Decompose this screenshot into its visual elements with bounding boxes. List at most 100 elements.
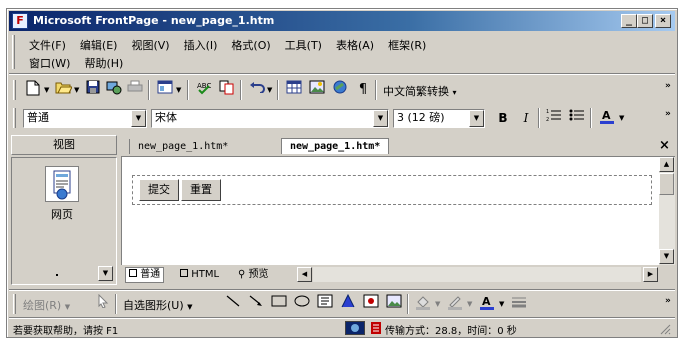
line-color-dropdown-arrow[interactable]: ▼	[467, 300, 472, 308]
line-style-icon[interactable]	[509, 294, 529, 314]
toolbar-separator	[187, 80, 189, 100]
new-page-icon[interactable]	[23, 80, 43, 100]
tab-normal[interactable]: 普通	[125, 267, 165, 283]
menu-table[interactable]: 表格(A)	[332, 36, 378, 52]
spelling-icon[interactable]: ABC	[194, 80, 214, 100]
drawing-font-color-icon[interactable]: A	[477, 294, 497, 314]
numbered-list-icon[interactable]: 12	[544, 108, 564, 128]
undo-icon[interactable]	[247, 80, 267, 100]
formatting-toolbar-overflow[interactable]: »	[665, 110, 671, 119]
close-document-icon[interactable]: ×	[659, 138, 670, 153]
status-bar: 若要获取帮助，请按 F1 传输方式：28.8，时间：0 秒	[9, 320, 675, 337]
menu-view[interactable]: 视图(V)	[127, 36, 173, 52]
document-tab-1[interactable]: new_page_1.htm*	[129, 139, 236, 154]
style-dropdown-arrow[interactable]: ▼	[131, 110, 146, 127]
undo-dropdown-arrow[interactable]: ▼	[267, 86, 272, 94]
toolbar-grip[interactable]	[13, 294, 16, 314]
maximize-button[interactable]: □	[637, 14, 653, 28]
hyperlink-icon[interactable]	[330, 80, 350, 100]
menu-window[interactable]: 窗口(W)	[25, 54, 74, 70]
wordart-icon[interactable]	[338, 293, 358, 314]
menu-frames[interactable]: 框架(R)	[384, 36, 430, 52]
menu-help[interactable]: 帮助(H)	[80, 54, 127, 70]
font-size-dropdown-arrow[interactable]: ▼	[469, 110, 484, 127]
menu-bar-grip[interactable]	[11, 35, 17, 71]
font-dropdown-arrow[interactable]: ▼	[373, 110, 388, 127]
style-combobox[interactable]: 普通 ▼	[23, 109, 147, 128]
autoshapes-menu-button[interactable]: 自选图形(U) ▼	[123, 297, 193, 313]
horizontal-scroll-track[interactable]	[313, 267, 641, 282]
folder-list-icon[interactable]	[155, 80, 175, 100]
menu-tools[interactable]: 工具(T)	[281, 36, 326, 52]
toolbar-separator	[407, 294, 409, 314]
tab-preview[interactable]: ⚲ 预览	[235, 268, 272, 284]
chinese-conversion-button[interactable]: 中文简繁转换 ▾	[383, 83, 457, 99]
menu-insert[interactable]: 插入(I)	[180, 36, 222, 52]
close-button[interactable]: ×	[655, 14, 671, 28]
menu-separator	[9, 73, 675, 75]
font-size-combobox[interactable]: 3 (12 磅) ▼	[393, 109, 485, 128]
toolbar-grip[interactable]	[13, 80, 16, 100]
scroll-up-button[interactable]: ▲	[659, 157, 674, 172]
vertical-scrollbar[interactable]: ▲ ▼	[659, 157, 675, 265]
standard-toolbar-overflow[interactable]: »	[665, 82, 671, 91]
scroll-left-button[interactable]: ◀	[297, 267, 312, 282]
resize-grip-icon[interactable]	[659, 323, 671, 335]
menu-file[interactable]: 文件(F)	[25, 36, 70, 52]
textbox-icon[interactable]	[315, 294, 335, 314]
editing-page[interactable]: 提交 重置	[121, 157, 659, 265]
scroll-right-button[interactable]: ▶	[643, 267, 658, 282]
clipart-icon[interactable]	[361, 294, 381, 314]
fill-color-dropdown-arrow[interactable]: ▼	[435, 300, 440, 308]
svg-text:ABC: ABC	[197, 82, 211, 90]
frontpage-icon: F	[12, 13, 28, 29]
scroll-thumb[interactable]	[659, 173, 674, 195]
print-icon[interactable]	[125, 80, 145, 100]
font-combobox[interactable]: 宋体 ▼	[151, 109, 389, 128]
title-bar[interactable]: F Microsoft FrontPage - new_page_1.htm _…	[9, 11, 675, 31]
submit-button[interactable]: 提交	[139, 179, 179, 201]
draw-menu-button[interactable]: 绘图(R) ▼	[23, 297, 70, 313]
open-icon[interactable]	[53, 80, 73, 100]
bulleted-list-icon[interactable]	[567, 108, 587, 128]
folder-list-dropdown-arrow[interactable]: ▼	[176, 86, 181, 94]
insert-table-icon[interactable]	[284, 80, 304, 100]
show-all-icon[interactable]: ¶	[353, 80, 373, 100]
bold-button[interactable]: B	[493, 108, 513, 128]
drawing-font-color-dropdown-arrow[interactable]: ▼	[499, 300, 504, 308]
font-color-icon[interactable]: A	[597, 108, 617, 128]
minimize-button[interactable]: _	[621, 14, 637, 28]
new-dropdown-arrow[interactable]: ▼	[44, 86, 49, 94]
drawing-toolbar-overflow[interactable]: »	[665, 297, 671, 306]
line-icon[interactable]	[223, 294, 243, 314]
italic-button[interactable]: I	[516, 108, 536, 128]
menu-format[interactable]: 格式(O)	[227, 36, 274, 52]
page-view-button[interactable]	[45, 166, 79, 202]
tab-normal-label: 普通	[140, 269, 161, 280]
font-size-value: 3 (12 磅)	[397, 111, 445, 124]
tab-html[interactable]: HTML	[177, 268, 222, 284]
arrow-icon[interactable]	[246, 294, 266, 314]
document-tab-2-active[interactable]: new_page_1.htm*	[281, 138, 390, 154]
fill-color-icon[interactable]	[413, 294, 433, 314]
save-icon[interactable]	[83, 80, 103, 100]
toolbar-separator	[277, 80, 279, 100]
views-scroll-down[interactable]: ▼	[98, 266, 113, 281]
menu-edit[interactable]: 编辑(E)	[76, 36, 122, 52]
toolbar-separator	[375, 80, 377, 100]
insert-picture-drawing-icon[interactable]	[384, 294, 404, 314]
rectangle-icon[interactable]	[269, 294, 289, 314]
reset-button[interactable]: 重置	[181, 179, 221, 201]
font-color-dropdown-arrow[interactable]: ▼	[619, 114, 624, 122]
publish-icon[interactable]	[104, 80, 124, 100]
copy-icon[interactable]	[217, 80, 237, 100]
scroll-down-button[interactable]: ▼	[659, 249, 674, 264]
toolbar-grip[interactable]	[13, 108, 16, 128]
line-color-icon[interactable]	[445, 294, 465, 314]
insert-picture-icon[interactable]	[307, 80, 327, 100]
menu-bar-row2: 窗口(W) 帮助(H)	[25, 54, 127, 70]
select-objects-icon[interactable]	[93, 293, 113, 314]
oval-icon[interactable]	[292, 294, 312, 314]
toolbar-separator	[240, 80, 242, 100]
open-dropdown-arrow[interactable]: ▼	[74, 86, 79, 94]
